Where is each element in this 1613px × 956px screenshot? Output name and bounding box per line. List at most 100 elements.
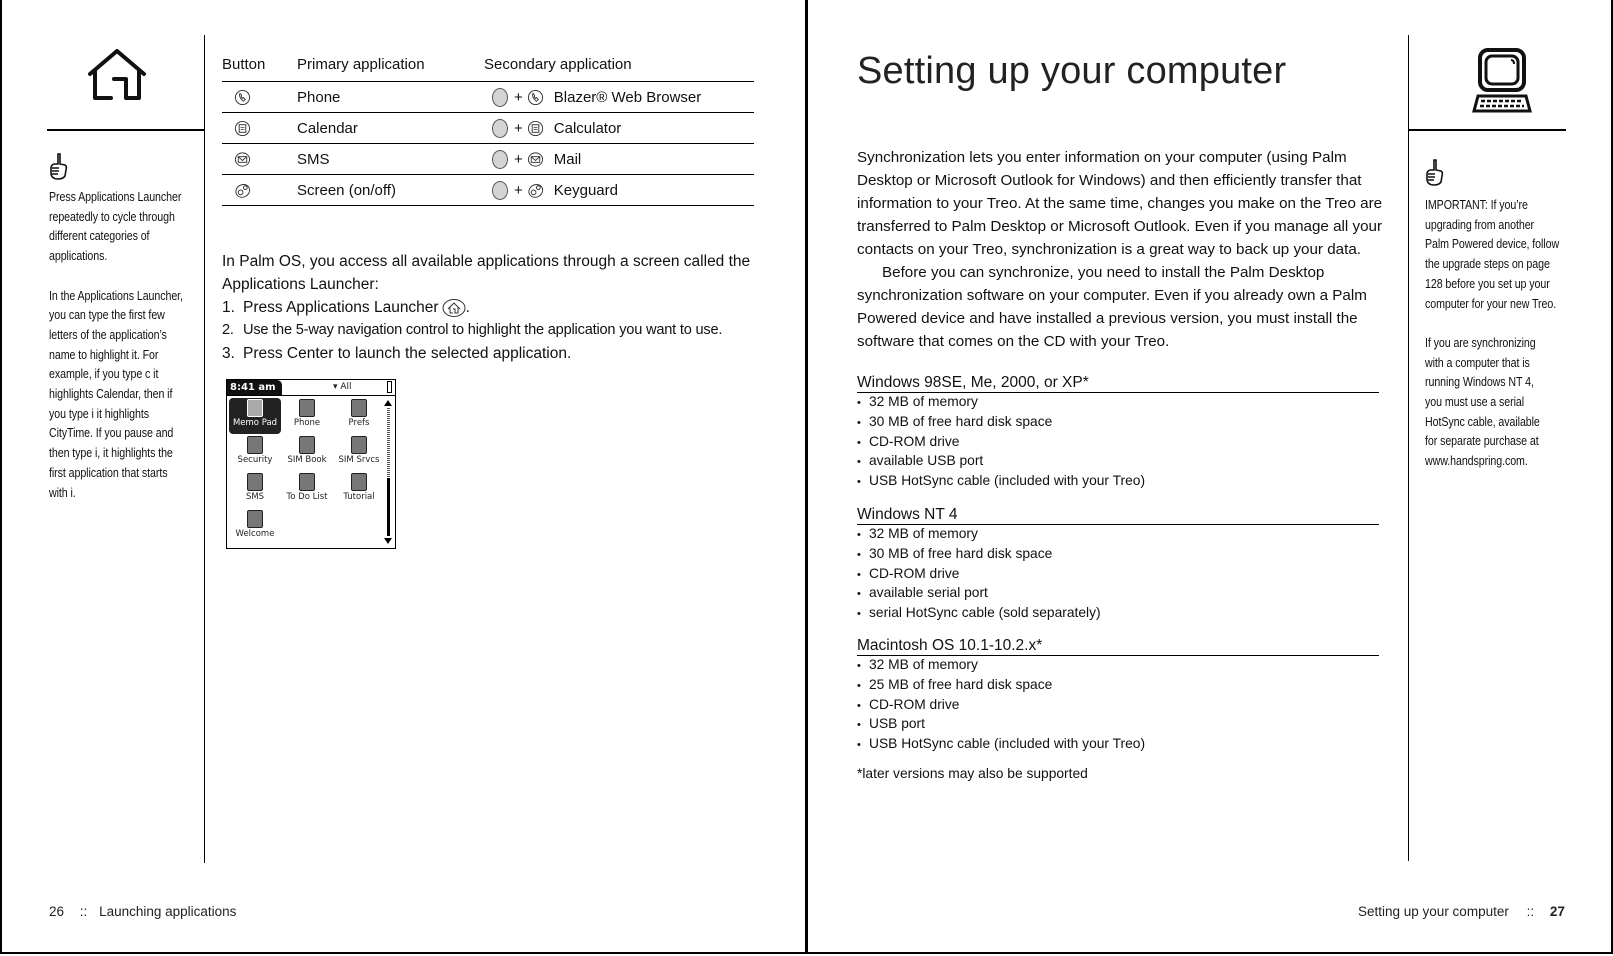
secondary-app: Mail	[553, 150, 582, 168]
table-row: SMS + Mail	[222, 144, 754, 175]
sms-button-icon	[527, 151, 543, 167]
left-sidebar-divider	[47, 129, 205, 131]
list-item: USB HotSync cable (included with your Tr…	[857, 472, 1379, 492]
memo-pad-icon	[247, 399, 263, 417]
scroll-up-arrow-icon	[384, 400, 392, 406]
sms-button-icon	[234, 151, 251, 167]
list-item: USB HotSync cable (included with your Tr…	[857, 735, 1379, 755]
option-key-icon	[492, 118, 508, 138]
palm-app-sms: SMS	[229, 472, 281, 508]
list-item: 30 MB of free hard disk space	[857, 413, 1379, 433]
right-sidebar-divider	[1408, 129, 1566, 131]
screen-button-icon	[235, 183, 251, 198]
primary-app: SMS	[297, 150, 330, 168]
right-column-rule	[1408, 35, 1409, 861]
list-item: 32 MB of memory	[857, 525, 1379, 545]
section-heading: Windows NT 4	[857, 505, 1379, 525]
requirements-windows-nt: Windows NT 4 32 MB of memory 30 MB of fr…	[857, 505, 1379, 624]
list-item: 25 MB of free hard disk space	[857, 676, 1379, 696]
page-title: Setting up your computer	[857, 50, 1287, 92]
phone-app-icon	[299, 399, 315, 417]
list-item: CD-ROM drive	[857, 696, 1379, 716]
left-sidebar-note: Press Applications Launcher repeatedly t…	[49, 189, 183, 500]
phone-button-icon	[527, 89, 543, 105]
phone-button-icon	[234, 89, 251, 105]
calendar-button-icon	[234, 120, 251, 136]
header-primary: Primary application	[297, 56, 425, 73]
pointing-hand-icon	[1426, 159, 1444, 186]
right-page-footer: Setting up your computer :: 27	[1358, 904, 1565, 919]
launcher-instructions: In Palm OS, you access all available app…	[222, 250, 782, 365]
intro-paragraph: Synchronization lets you enter informati…	[857, 149, 1383, 258]
option-key-icon	[492, 180, 508, 200]
primary-app: Screen (on/off)	[297, 181, 396, 199]
secondary-app: Blazer® Web Browser	[553, 88, 702, 106]
requirements-windows-98: Windows 98SE, Me, 2000, or XP* 32 MB of …	[857, 373, 1379, 492]
list-item: CD-ROM drive	[857, 433, 1379, 453]
section-heading: Macintosh OS 10.1-10.2.x*	[857, 636, 1379, 656]
palm-app-prefs: Prefs	[333, 398, 385, 434]
list-item: available serial port	[857, 584, 1379, 604]
option-key-icon	[492, 87, 508, 107]
palm-app-phone: Phone	[281, 398, 333, 434]
palm-app-security: Security	[229, 435, 281, 471]
palm-app-welcome: Welcome	[229, 509, 281, 545]
palm-app-sim-srvcs: SIM Srvcs	[333, 435, 385, 471]
page-number: 26	[49, 904, 65, 919]
option-key-icon	[492, 149, 508, 169]
right-sidebar-note: IMPORTANT: If you’re upgrading from anot…	[1425, 197, 1560, 469]
palm-title-bar: 8:41 am ▾ All	[227, 380, 395, 396]
page-number: 27	[1549, 904, 1565, 919]
intro-line: Applications Launcher:	[222, 276, 379, 293]
list-item: serial HotSync cable (sold separately)	[857, 604, 1379, 624]
primary-app: Phone	[297, 88, 341, 106]
list-item: USB port	[857, 715, 1379, 735]
book-icon	[351, 473, 367, 491]
list-item: 30 MB of free hard disk space	[857, 545, 1379, 565]
table-row: Calendar + Calculator	[222, 113, 754, 144]
list-item: 32 MB of memory	[857, 656, 1379, 676]
intro-paragraph: Before you can synchronize, you need to …	[857, 264, 1367, 350]
list-item: 32 MB of memory	[857, 393, 1379, 413]
table-row: Phone + Blazer® Web Browser	[222, 82, 754, 113]
sms-app-icon	[247, 473, 263, 491]
palm-app-to-do-list: To Do List	[281, 472, 333, 508]
palm-app-memo-pad: Memo Pad	[229, 398, 281, 434]
header-button: Button	[222, 56, 266, 73]
section-name: Setting up your computer	[1358, 904, 1509, 919]
table-row: Screen (on/off) + Keyguard	[222, 175, 754, 206]
primary-app: Calendar	[297, 119, 358, 137]
intro-line: In Palm OS, you access all available app…	[222, 253, 751, 270]
palm-app-tutorial: Tutorial	[333, 472, 385, 508]
calendar-button-icon	[527, 120, 543, 136]
sim-services-icon	[351, 436, 367, 454]
computer-icon	[1472, 48, 1532, 113]
left-page-footer: 26 :: Launching applications	[49, 904, 237, 919]
section-heading: Windows 98SE, Me, 2000, or XP*	[857, 373, 1379, 393]
secondary-app: Keyguard	[553, 181, 618, 199]
category-dropdown: ▾ All	[333, 382, 352, 392]
header-secondary: Secondary application	[484, 56, 632, 73]
scroll-down-arrow-icon	[384, 538, 392, 544]
list-item: available USB port	[857, 452, 1379, 472]
table-header: Button Primary application Secondary app…	[222, 56, 754, 82]
button-application-table: Button Primary application Secondary app…	[222, 56, 754, 206]
palm-app-sim-book: SIM Book	[281, 435, 333, 471]
prefs-icon	[351, 399, 367, 417]
footnote: *later versions may also be supported	[857, 766, 1088, 781]
pointing-hand-icon	[50, 153, 68, 180]
palm-scrollbar	[384, 400, 392, 544]
step-item: 2. Use the 5-way navigation control to h…	[222, 322, 723, 338]
palm-clock: 8:41 am	[227, 380, 282, 395]
secondary-app: Calculator	[553, 119, 622, 137]
sim-book-icon	[299, 436, 315, 454]
applications-launcher-screenshot: 8:41 am ▾ All Memo Pad Phone Prefs Secur…	[226, 379, 396, 549]
home-icon	[88, 49, 146, 100]
requirements-macintosh: Macintosh OS 10.1-10.2.x* 32 MB of memor…	[857, 636, 1379, 755]
battery-icon	[387, 381, 392, 393]
step-item: 3. Press Center to launch the selected a…	[222, 345, 572, 362]
to-do-icon	[299, 473, 315, 491]
list-item: CD-ROM drive	[857, 565, 1379, 585]
intro-text: Synchronization lets you enter informati…	[857, 146, 1397, 353]
screen-button-icon	[528, 183, 543, 198]
